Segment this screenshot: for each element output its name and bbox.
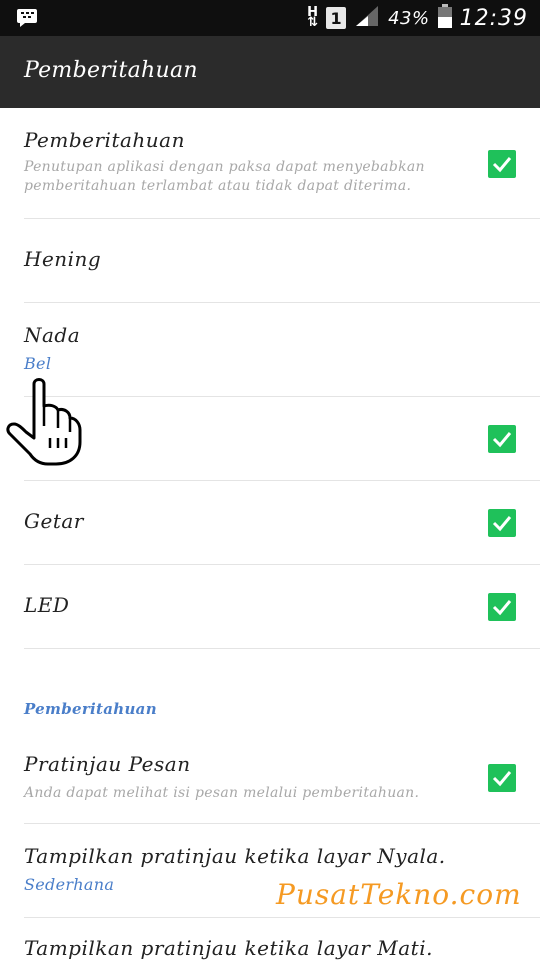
checkbox-checked[interactable] [488, 509, 516, 537]
page-title: Pemberitahuan [24, 58, 198, 83]
bbm-chat-icon [16, 8, 38, 32]
setting-title: Pratinjau Pesan [24, 752, 191, 776]
checkbox-checked[interactable] [488, 425, 516, 453]
setting-value: Sederhana [24, 875, 115, 894]
app-bar: Pemberitahuan [0, 36, 540, 108]
section-header: Pemberitahuan [24, 700, 157, 718]
setting-vibrate[interactable]: Getar [0, 481, 540, 564]
checkbox-checked[interactable] [488, 764, 516, 792]
setting-title: Hening [24, 247, 102, 271]
clock: 12:39 [459, 5, 528, 31]
setting-preview-screen-off[interactable]: Tampilkan pratinjau ketika layar Mati. [0, 918, 540, 960]
watermark: PusatTekno.com [276, 878, 522, 911]
setting-summary: Anda dapat melihat isi pesan melalui pem… [24, 785, 420, 801]
network-type-indicator: H ⇅ [307, 5, 319, 30]
setting-notifications[interactable]: Pemberitahuan Penutupan aplikasi dengan … [0, 108, 540, 218]
setting-message-preview[interactable]: Pratinjau Pesan Anda dapat melihat isi p… [0, 740, 540, 823]
sim-slot-badge: 1 [326, 7, 347, 29]
hand-pointer-icon [4, 376, 84, 470]
setting-title: LED [24, 593, 70, 617]
setting-value: Bel [24, 354, 52, 373]
status-bar: H ⇅ 1 43% 12:39 [0, 0, 540, 36]
divider [24, 648, 540, 649]
setting-led[interactable]: LED [0, 565, 540, 648]
checkbox-checked[interactable] [488, 593, 516, 621]
setting-silent[interactable]: Hening [0, 219, 540, 302]
setting-title: Tampilkan pratinjau ketika layar Nyala. [24, 844, 446, 868]
setting-title: Pemberitahuan [24, 128, 185, 152]
battery-percent: 43% [388, 7, 430, 29]
battery-icon [437, 4, 452, 32]
checkbox-checked[interactable] [488, 150, 516, 178]
setting-summary: Penutupan aplikasi dengan paksa dapat me… [24, 159, 425, 194]
setting-title: Tampilkan pratinjau ketika layar Mati. [24, 936, 433, 960]
signal-strength-icon [354, 5, 380, 31]
setting-title: Getar [24, 509, 84, 533]
setting-title: Nada [24, 323, 81, 347]
